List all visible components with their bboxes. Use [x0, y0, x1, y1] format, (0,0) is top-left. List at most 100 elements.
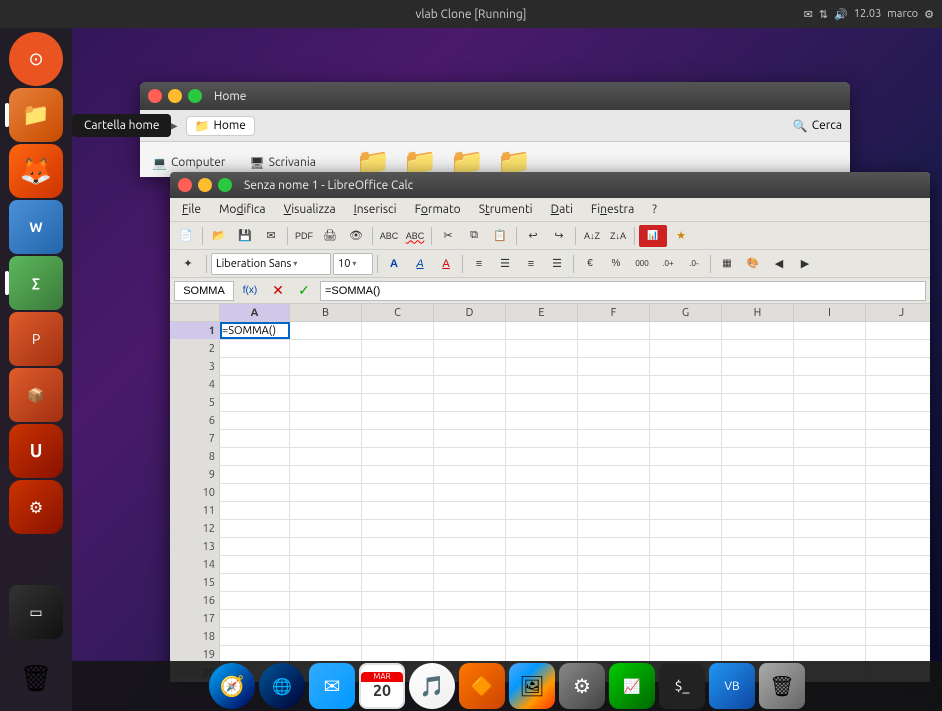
- dock-calc-button[interactable]: ∑: [9, 256, 63, 310]
- cell-A15[interactable]: [220, 574, 290, 591]
- cell-H15[interactable]: [722, 574, 794, 591]
- dock-box-button[interactable]: 📦: [9, 368, 63, 422]
- cell-H13[interactable]: [722, 538, 794, 555]
- cell-D2[interactable]: [434, 340, 506, 357]
- cell-D13[interactable]: [434, 538, 506, 555]
- cell-E17[interactable]: [506, 610, 578, 627]
- cell-D6[interactable]: [434, 412, 506, 429]
- cell-I13[interactable]: [794, 538, 866, 555]
- menu-inserisci[interactable]: Inserisci: [346, 198, 405, 221]
- dock-terminal-button[interactable]: ▭: [9, 585, 63, 639]
- tb-justify-button[interactable]: ☰: [545, 253, 569, 275]
- cell-J6[interactable]: [866, 412, 930, 429]
- cell-D17[interactable]: [434, 610, 506, 627]
- envelope-icon[interactable]: ✉: [804, 8, 813, 21]
- cell-F11[interactable]: [578, 502, 650, 519]
- cell-C16[interactable]: [362, 592, 434, 609]
- tb-align-center-button[interactable]: ☰: [493, 253, 517, 275]
- cell-D15[interactable]: [434, 574, 506, 591]
- cell-A17[interactable]: [220, 610, 290, 627]
- cell-J16[interactable]: [866, 592, 930, 609]
- cell-J8[interactable]: [866, 448, 930, 465]
- dock-ubuntu-button[interactable]: ⊙: [9, 32, 63, 86]
- cell-F15[interactable]: [578, 574, 650, 591]
- cell-J12[interactable]: [866, 520, 930, 537]
- cell-B6[interactable]: [290, 412, 362, 429]
- tb-spellcheck1-button[interactable]: ABC: [377, 225, 401, 247]
- cell-H1[interactable]: [722, 322, 794, 339]
- cell-E15[interactable]: [506, 574, 578, 591]
- cell-A1[interactable]: =SOMMA(): [220, 322, 290, 339]
- cell-C2[interactable]: [362, 340, 434, 357]
- tb-cut-button[interactable]: ✂: [436, 225, 460, 247]
- tb-print-button[interactable]: 🖨: [318, 225, 342, 247]
- tb-currency-button[interactable]: €: [578, 253, 602, 275]
- cell-G12[interactable]: [650, 520, 722, 537]
- tb-save-button[interactable]: 💾: [233, 225, 257, 247]
- cell-J13[interactable]: [866, 538, 930, 555]
- cell-G9[interactable]: [650, 466, 722, 483]
- cell-E2[interactable]: [506, 340, 578, 357]
- cell-C10[interactable]: [362, 484, 434, 501]
- cell-G1[interactable]: [650, 322, 722, 339]
- cell-H8[interactable]: [722, 448, 794, 465]
- taskbar-gear-button[interactable]: ⚙: [559, 663, 605, 709]
- cell-I1[interactable]: [794, 322, 866, 339]
- cell-I2[interactable]: [794, 340, 866, 357]
- cell-C8[interactable]: [362, 448, 434, 465]
- tb-email-button[interactable]: ✉: [259, 225, 283, 247]
- tb-paste-button[interactable]: 📋: [488, 225, 512, 247]
- cell-D8[interactable]: [434, 448, 506, 465]
- cell-G14[interactable]: [650, 556, 722, 573]
- calc-close-button[interactable]: [178, 178, 192, 192]
- cell-A12[interactable]: [220, 520, 290, 537]
- taskbar-terminal-button[interactable]: $_: [659, 663, 705, 709]
- taskbar-calendar-button[interactable]: MAR 20: [359, 663, 405, 709]
- cell-reference-input[interactable]: [174, 281, 234, 301]
- menu-strumenti[interactable]: Strumenti: [471, 198, 541, 221]
- cell-F6[interactable]: [578, 412, 650, 429]
- cell-H16[interactable]: [722, 592, 794, 609]
- tb-new-button[interactable]: 📄: [174, 225, 198, 247]
- cell-F18[interactable]: [578, 628, 650, 645]
- taskbar-safari-button[interactable]: 🧭: [209, 663, 255, 709]
- cell-B3[interactable]: [290, 358, 362, 375]
- cell-I18[interactable]: [794, 628, 866, 645]
- cell-C18[interactable]: [362, 628, 434, 645]
- cell-C11[interactable]: [362, 502, 434, 519]
- cell-G3[interactable]: [650, 358, 722, 375]
- font-size-dropdown[interactable]: 10 ▾: [333, 253, 373, 275]
- cell-G10[interactable]: [650, 484, 722, 501]
- cell-D14[interactable]: [434, 556, 506, 573]
- cell-B7[interactable]: [290, 430, 362, 447]
- cell-C15[interactable]: [362, 574, 434, 591]
- tb-pdf-button[interactable]: PDF: [292, 225, 316, 247]
- dock-files-button[interactable]: 📁: [9, 88, 63, 142]
- cell-D3[interactable]: [434, 358, 506, 375]
- dock-trash-button[interactable]: 🗑: [9, 651, 63, 705]
- tb-decimals-dec-button[interactable]: .0-: [682, 253, 706, 275]
- cell-B13[interactable]: [290, 538, 362, 555]
- cell-H3[interactable]: [722, 358, 794, 375]
- tb-redo-button[interactable]: ↪: [547, 225, 571, 247]
- cell-I6[interactable]: [794, 412, 866, 429]
- cell-D18[interactable]: [434, 628, 506, 645]
- cell-A16[interactable]: [220, 592, 290, 609]
- dock-impress-button[interactable]: P: [9, 312, 63, 366]
- cell-J11[interactable]: [866, 502, 930, 519]
- cell-F10[interactable]: [578, 484, 650, 501]
- tb-italic-button[interactable]: A: [408, 253, 432, 275]
- taskbar-activity-button[interactable]: 📈: [609, 663, 655, 709]
- cell-J10[interactable]: [866, 484, 930, 501]
- tb-nav-prev-button[interactable]: ◀: [767, 253, 791, 275]
- dock-writer-button[interactable]: W: [9, 200, 63, 254]
- calc-maximize-button[interactable]: [218, 178, 232, 192]
- cell-F5[interactable]: [578, 394, 650, 411]
- cell-I4[interactable]: [794, 376, 866, 393]
- cell-C4[interactable]: [362, 376, 434, 393]
- cell-A5[interactable]: [220, 394, 290, 411]
- cell-J14[interactable]: [866, 556, 930, 573]
- cell-B1[interactable]: [290, 322, 362, 339]
- dock-firefox-button[interactable]: 🦊: [9, 144, 63, 198]
- menu-dati[interactable]: Dati: [543, 198, 581, 221]
